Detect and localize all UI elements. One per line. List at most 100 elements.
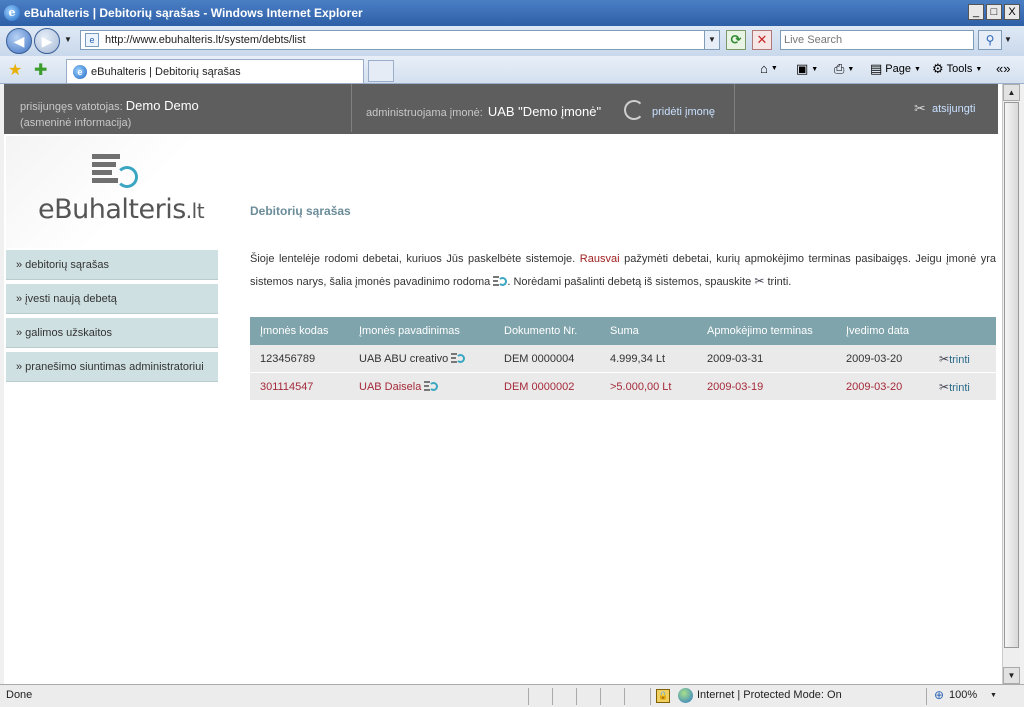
col-header-document-no[interactable]: Dokumento Nr. [494,325,600,337]
tools-menu[interactable]: ⚙ Tools ▼ [932,61,982,77]
delete-link-label: trinti [949,353,970,366]
cell-sum: 4.999,34 Lt [610,352,666,365]
page-title: Debitorių sąrašas [250,204,351,218]
col-header-company-code[interactable]: Įmonės kodas [250,325,349,337]
page-menu-icon: ▤ [870,61,883,76]
personal-info-link[interactable]: (asmeninė informacija) [20,117,131,129]
col-header-company-name[interactable]: Įmonės pavadinimas [349,325,494,337]
tab-page-icon: e [73,64,87,79]
delete-icon: ✂ [754,274,765,288]
vertical-scrollbar[interactable]: ▲ ▼ [1002,84,1020,684]
zoom-level[interactable]: 100% [949,689,977,701]
tab-toolbar: ★ ✚ e eBuhalteris | Debitorių sąrašas ⌂ ▼… [0,56,1024,84]
back-button[interactable]: ◀ [6,28,32,54]
cell-company-name: UAB ABU creativo [349,352,494,365]
stop-button[interactable]: ✕ [752,30,772,50]
member-icon [424,380,439,392]
cell-entry-date: 2009-03-20 [846,352,903,365]
page-viewport: prisijungęs vatotojas: Demo Demo (asmeni… [4,84,1002,684]
refresh-button[interactable]: ⟳ [726,30,746,50]
sidebar-item-possible-offsets[interactable]: » galimos užskaitos [6,318,218,348]
minimize-button[interactable]: _ [968,4,984,20]
cell-due-date: 2009-03-31 [707,352,764,365]
col-header-entry-date[interactable]: Įvedimo data [836,325,933,337]
zoom-icon[interactable]: ⊕ [934,688,944,702]
status-divider [650,688,651,705]
logo-text: eBuhalteris.lt [38,194,205,225]
feeds-button[interactable]: ▣ ▼ [796,61,818,77]
tab-label: eBuhalteris | Debitorių sąrašas [91,65,241,78]
cell-company-code: 301114547 [260,380,314,393]
search-icon[interactable]: ⚲ [978,30,1002,50]
close-button[interactable]: X [1004,4,1020,20]
add-favorite-icon[interactable]: ✚ [34,60,47,80]
gear-icon: ⚙ [932,61,944,76]
desc-text: trinti. [767,276,792,288]
security-lock-icon[interactable]: 🔒 [656,689,670,703]
site-logo[interactable]: eBuhalteris.lt [6,136,216,248]
add-company-icon[interactable] [624,100,644,120]
rss-icon: ▣ [796,61,809,76]
scroll-up-icon[interactable]: ▲ [1003,84,1020,101]
logout-icon[interactable]: ✂ [914,100,926,117]
cell-sum: >5.000,00 Lt [610,380,672,393]
desc-text: . Norėdami pašalinti debetą iš sistemos,… [507,276,752,288]
logo-swirl-icon [116,166,138,188]
scroll-thumb[interactable] [1004,102,1019,648]
col-header-sum[interactable]: Suma [600,325,697,337]
chevron-double-icon: «» [996,61,1011,76]
sidebar-item-new-debt[interactable]: » įvesti naują debetą [6,284,218,314]
cell-document-no: DEM 0000002 [504,380,575,393]
print-button[interactable]: ⎙ ▼ [834,61,854,77]
company-name-text: UAB Daisela [359,381,422,393]
col-header-due-date[interactable]: Apmokėjimo terminas [697,325,836,337]
logged-in-label: prisijungęs vatotojas: [20,101,123,113]
page-icon: e [85,33,99,47]
home-icon: ⌂ [760,61,768,76]
user-name: Demo Demo [125,98,199,113]
sidebar-item-message-admin[interactable]: » pranešimo siuntimas administratoriui [6,352,218,382]
status-divider [552,688,553,705]
recent-pages-dropdown-icon[interactable]: ▼ [64,35,72,44]
toolbar-overflow-button[interactable]: «» [996,61,1010,76]
search-options-dropdown-icon[interactable]: ▼ [1004,35,1012,44]
page-menu-label: Page [885,63,911,75]
search-input[interactable]: Live Search [780,30,974,50]
logged-in-user: prisijungęs vatotojas: Demo Demo [20,98,199,113]
ie-logo-icon: e [4,5,20,21]
desc-text: Šioje lentelėje rodomi debetai, kuriuos … [250,253,576,265]
address-toolbar: ◀ ▶ ▼ e http://www.ebuhalteris.lt/system… [0,26,1024,56]
delete-link[interactable]: ✂trinti [933,352,996,366]
cell-document-no: DEM 0000004 [504,352,575,365]
forward-button[interactable]: ▶ [34,28,60,54]
table-row: 301114547 UAB Daisela DEM 0000002 >5.000… [250,373,996,401]
window-title: eBuhalteris | Debitorių sąrašas - Window… [24,6,363,20]
add-company-link[interactable]: pridėti įmonę [652,106,715,118]
home-button[interactable]: ⌂ ▼ [760,61,778,76]
scroll-down-icon[interactable]: ▼ [1003,667,1020,684]
new-tab-button[interactable] [368,60,394,82]
page-menu[interactable]: ▤ Page ▼ [870,61,921,77]
status-bar: Done 🔒 Internet | Protected Mode: On ⊕ 1… [0,684,1024,707]
cell-due-date: 2009-03-19 [707,380,764,393]
address-field[interactable]: e http://www.ebuhalteris.lt/system/debts… [80,30,720,50]
delete-link[interactable]: ✂trinti [933,380,996,394]
status-divider [528,688,529,705]
window-controls: _ □ X [968,4,1020,20]
address-dropdown-icon[interactable]: ▼ [704,31,719,49]
sidebar-item-debtors-list[interactable]: » debitorių sąrašas [6,250,218,280]
status-divider [926,688,927,705]
logout-link[interactable]: atsijungti [932,103,975,115]
managed-company: administruojama įmonė: UAB "Demo įmonė" [366,104,601,119]
internet-globe-icon [678,688,693,703]
tab-ebuhalteris[interactable]: e eBuhalteris | Debitorių sąrašas [66,59,364,83]
window-titlebar: e eBuhalteris | Debitorių sąrašas - Wind… [0,0,1024,26]
site-header: prisijungęs vatotojas: Demo Demo (asmeni… [4,84,998,134]
maximize-button[interactable]: □ [986,4,1002,20]
favorites-star-icon[interactable]: ★ [8,60,22,80]
security-zone[interactable]: Internet | Protected Mode: On [697,689,842,701]
zoom-dropdown-icon[interactable]: ▼ [990,692,997,699]
delete-link-label: trinti [949,381,970,394]
table-row: 123456789 UAB ABU creativo DEM 0000004 4… [250,345,996,373]
status-divider [600,688,601,705]
